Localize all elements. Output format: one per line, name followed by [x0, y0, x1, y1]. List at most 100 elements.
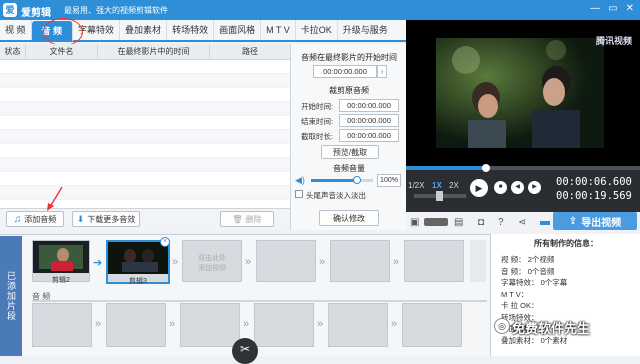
- speed-1x[interactable]: 1X: [432, 181, 442, 190]
- prev-frame-icon[interactable]: ◀: [511, 181, 524, 194]
- player-controls: 1/2X 1X 2X ▶ ■ ◀ ▶ 00:00:06.600 00:00:19…: [406, 164, 640, 212]
- speed-slider[interactable]: [414, 191, 466, 201]
- tab-audio[interactable]: 音 频: [31, 21, 74, 41]
- help-icon[interactable]: ?: [498, 217, 504, 228]
- volume-slider-handle[interactable]: [353, 176, 361, 184]
- cut-audio-title: 裁剪原音频: [291, 85, 407, 96]
- preview-watermark: 腾讯视频: [595, 36, 632, 46]
- cut-start-input[interactable]: 00:00:00.000: [339, 99, 399, 112]
- restore-icon[interactable]: ▭: [608, 3, 617, 14]
- chevron-icon: »: [319, 256, 326, 268]
- col-time-in-movie[interactable]: 在最终影片中的时间: [98, 44, 210, 60]
- export-icon: ⇪: [568, 215, 578, 227]
- wechat-icon: ◎: [494, 318, 510, 334]
- list-row: [0, 158, 290, 172]
- annotation-arrow: [47, 186, 63, 211]
- empty-slot[interactable]: [256, 240, 316, 282]
- info-row-video: 视 频： 2个视频: [501, 255, 555, 264]
- play-icon[interactable]: ▶: [470, 179, 488, 197]
- cut-length-input[interactable]: 00:00:00.000: [339, 129, 399, 142]
- volume-slider[interactable]: [311, 176, 373, 184]
- delete-button[interactable]: 🗑 删除: [220, 211, 274, 227]
- clip-image: [108, 242, 168, 274]
- minimize-icon[interactable]: —: [590, 3, 600, 14]
- remove-clip-icon[interactable]: ×: [160, 237, 170, 247]
- tab-karaoke[interactable]: 卡拉OK: [296, 20, 338, 40]
- empty-audio-slot[interactable]: [402, 303, 462, 347]
- chevron-icon: »: [245, 256, 252, 268]
- chevron-icon: »: [169, 318, 176, 330]
- info-row-karaoke: 卡 拉 OK：: [501, 301, 539, 310]
- empty-slot[interactable]: [404, 240, 464, 282]
- speed-half[interactable]: 1/2X: [408, 181, 424, 190]
- empty-audio-slot[interactable]: [254, 303, 314, 347]
- list-row: [0, 172, 290, 186]
- progress-bar[interactable]: [406, 164, 640, 172]
- list-row: [0, 116, 290, 130]
- download-more-button[interactable]: ⬇ 下载更多音效: [72, 211, 140, 227]
- preview-cut-button[interactable]: 预览/截取: [321, 145, 379, 159]
- cut-length-label: 截取时长:: [301, 132, 334, 141]
- tab-picture-style[interactable]: 画面风格: [214, 20, 262, 40]
- list-row: [0, 88, 290, 102]
- empty-audio-slot[interactable]: [32, 303, 92, 347]
- tab-overlay[interactable]: 叠加素材: [120, 20, 168, 40]
- close-icon[interactable]: ✕: [626, 3, 634, 14]
- chevron-icon: »: [317, 318, 324, 330]
- list-row: [0, 74, 290, 88]
- speaker-icon[interactable]: ◀): [295, 175, 305, 186]
- volume-input[interactable]: 100%: [377, 174, 401, 187]
- empty-audio-slot[interactable]: [180, 303, 240, 347]
- scroll-area[interactable]: [470, 240, 486, 282]
- info-row-audio: 音 频： 0个音频: [501, 266, 555, 276]
- clip-thumbnail-selected[interactable]: 剪辑3: [106, 240, 170, 285]
- add-audio-button[interactable]: ♫ 添加音频: [6, 211, 64, 227]
- save-icon[interactable]: ▤: [454, 217, 463, 228]
- timeline-side-label: 已添加片段: [0, 236, 22, 356]
- export-video-button[interactable]: ⇪ 导出视频: [553, 212, 637, 230]
- speed-slider-handle[interactable]: [436, 191, 443, 201]
- col-filename[interactable]: 文件名: [26, 44, 98, 60]
- start-time-input[interactable]: 00:00:00.000: [313, 65, 377, 78]
- col-path[interactable]: 路径: [210, 44, 290, 60]
- share-icon[interactable]: ⋖: [518, 217, 526, 228]
- add-video-placeholder[interactable]: 双击此处 添加视频: [182, 240, 242, 282]
- chevron-icon: »: [243, 318, 250, 330]
- next-frame-icon[interactable]: ▶: [528, 181, 541, 194]
- arrow-icon: ➔: [93, 257, 103, 269]
- scissors-icon[interactable]: ✂: [232, 338, 258, 364]
- delete-label: 删除: [245, 214, 262, 224]
- progress-handle[interactable]: [482, 164, 490, 172]
- empty-slot[interactable]: [330, 240, 390, 282]
- cut-end-input[interactable]: 00:00:00.000: [339, 114, 399, 127]
- fade-checkbox[interactable]: [295, 190, 303, 198]
- zoom-slider[interactable]: [540, 221, 550, 225]
- empty-audio-slot[interactable]: [106, 303, 166, 347]
- info-row-subtitle: 字幕特效： 0个字幕: [501, 278, 568, 287]
- time-picker-icon[interactable]: ›: [377, 65, 387, 78]
- chevron-icon: »: [393, 256, 400, 268]
- cut-end-label: 结束时间:: [301, 117, 334, 126]
- tab-mtv[interactable]: M T V: [261, 20, 296, 40]
- app-logo-icon: 爱: [3, 3, 17, 17]
- clip-thumbnail[interactable]: 剪辑2: [32, 240, 90, 284]
- image-icon[interactable]: ▣: [410, 217, 419, 228]
- progress-bar-fill: [406, 166, 486, 170]
- stop-icon[interactable]: ■: [494, 181, 507, 194]
- empty-audio-slot[interactable]: [328, 303, 388, 347]
- col-status[interactable]: 状态: [0, 44, 26, 60]
- overlay-watermark: 免费软件先生: [512, 321, 591, 336]
- chevron-icon: »: [391, 318, 398, 330]
- tab-transitions[interactable]: 转场特效: [167, 20, 215, 40]
- title-bar: 爱 爱剪辑 最易用、强大的视频剪辑软件 — ▭ ✕: [0, 0, 640, 20]
- volume-bar[interactable]: [424, 218, 448, 226]
- speed-2x[interactable]: 2X: [449, 181, 459, 190]
- cut-start-label: 开始时间:: [301, 102, 334, 111]
- tab-upgrade[interactable]: 升级与服务: [338, 20, 393, 40]
- tab-subtitle-effects[interactable]: 字幕特效: [73, 20, 121, 40]
- video-preview[interactable]: 腾讯视频: [406, 20, 640, 166]
- disk-icon[interactable]: ◘: [478, 217, 484, 228]
- trash-icon: 🗑: [232, 214, 243, 224]
- tab-video[interactable]: 视 频: [0, 20, 32, 40]
- confirm-button[interactable]: 确认修改: [319, 210, 379, 226]
